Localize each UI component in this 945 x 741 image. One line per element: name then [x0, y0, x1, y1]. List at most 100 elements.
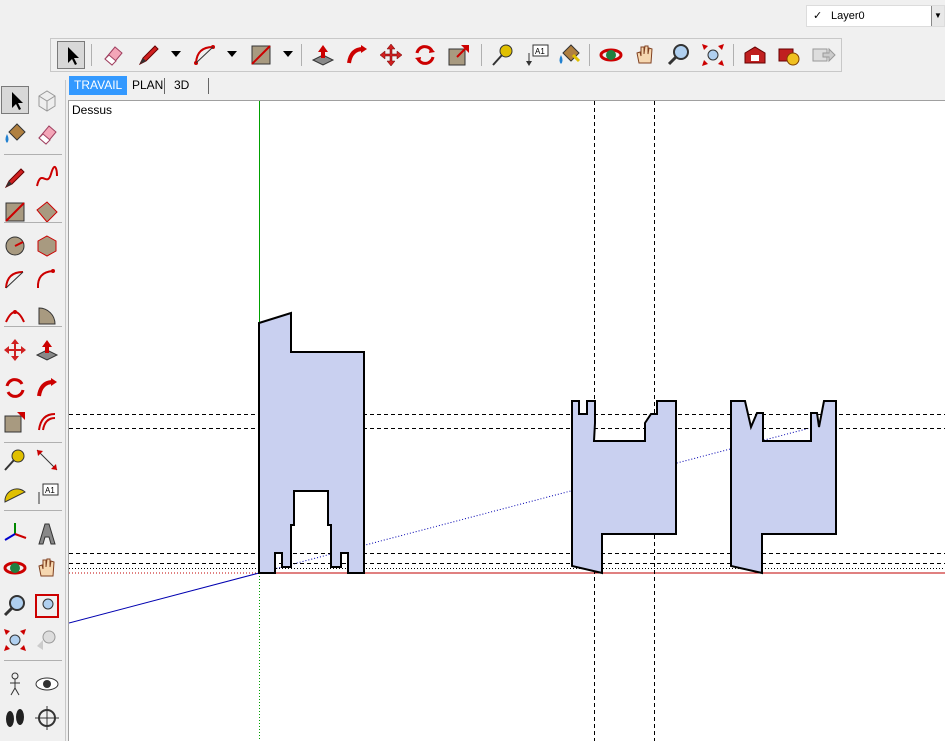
follow-me-tool-button[interactable]: [33, 374, 61, 402]
chevron-down-icon[interactable]: [171, 51, 181, 57]
follow-me-icon: [37, 378, 57, 397]
pencil-tool-button[interactable]: [135, 41, 163, 69]
svg-text:A1: A1: [535, 47, 545, 56]
two-point-arc-icon: [36, 269, 55, 289]
zoom-extents-icon: [4, 629, 26, 651]
previous-view-icon: [37, 630, 56, 650]
protractor-tool-button[interactable]: [1, 480, 29, 508]
orbit-tool-button[interactable]: [1, 554, 29, 582]
arc-tool-button[interactable]: [1, 266, 29, 294]
tab-plan[interactable]: PLAN: [127, 76, 168, 95]
tab-travail[interactable]: TRAVAIL: [69, 76, 128, 95]
rotate-tool-button[interactable]: [1, 374, 29, 402]
face-piece-3[interactable]: [730, 400, 837, 575]
push-pull-tool-button[interactable]: [309, 41, 337, 69]
walk-icon: [6, 709, 24, 727]
zoom-tool-button[interactable]: [665, 41, 693, 69]
main-toolbar: A1: [50, 38, 842, 72]
push-pull-icon: [311, 45, 335, 66]
follow-me-tool-button[interactable]: [343, 41, 371, 69]
warehouse-button[interactable]: [741, 41, 769, 69]
tab-3d[interactable]: 3D: [169, 76, 194, 95]
layer-check-icon: ✓: [813, 10, 823, 22]
chevron-down-icon[interactable]: ▼: [931, 6, 944, 26]
arc-tool-button[interactable]: [191, 41, 219, 69]
look-around-icon: [35, 677, 59, 691]
follow-me-icon: [347, 45, 367, 64]
polygon-icon: [37, 235, 57, 257]
previous-view-tool-button[interactable]: [33, 626, 61, 654]
zoom-extents-tool-button[interactable]: [1, 626, 29, 654]
eraser-tool-button[interactable]: [99, 41, 127, 69]
paint-bucket-icon: [5, 123, 26, 143]
pan-icon: [38, 558, 55, 577]
walk-tool-button[interactable]: [1, 704, 29, 732]
text-icon: A1: [38, 483, 59, 504]
eraser-tool-button[interactable]: [33, 120, 61, 148]
extension-button[interactable]: [775, 41, 803, 69]
rotate-icon: [5, 378, 25, 398]
text-tool-button[interactable]: A1: [523, 41, 551, 69]
section-plane-tool-button[interactable]: [33, 704, 61, 732]
zoom-window-tool-button[interactable]: [33, 592, 61, 620]
move-icon: [4, 339, 26, 361]
offset-tool-button[interactable]: [33, 408, 61, 436]
zoom-tool-button[interactable]: [1, 592, 29, 620]
rectangle-tool-button[interactable]: [247, 41, 275, 69]
move-icon: [379, 43, 403, 67]
rotate-tool-button[interactable]: [411, 41, 439, 69]
select-tool-button[interactable]: [1, 86, 29, 114]
scale-icon: [448, 45, 469, 66]
orbit-icon: [3, 561, 27, 575]
large-tool-set: A1: [0, 80, 66, 741]
tape-measure-tool-button[interactable]: [489, 41, 517, 69]
move-tool-button[interactable]: [377, 41, 405, 69]
freehand-tool-button[interactable]: [33, 164, 61, 192]
scale-tool-button[interactable]: [1, 408, 29, 436]
pan-tool-button[interactable]: [33, 554, 61, 582]
position-camera-tool-button[interactable]: [1, 670, 29, 698]
orbit-tool-button[interactable]: [597, 41, 625, 69]
zoom-extents-tool-button[interactable]: [699, 41, 727, 69]
axes-icon: [4, 523, 27, 541]
select-tool-button[interactable]: [57, 41, 85, 69]
freehand-icon: [36, 165, 58, 187]
share-button[interactable]: [809, 41, 837, 69]
paint-bucket-tool-button[interactable]: [555, 41, 583, 69]
drawing-viewport[interactable]: Dessus: [68, 100, 945, 741]
face-piece-2[interactable]: [571, 400, 677, 575]
chevron-down-icon[interactable]: [227, 51, 237, 57]
circle-tool-button[interactable]: [1, 232, 29, 260]
layer-selector[interactable]: ✓ Layer0 ▼: [806, 5, 945, 27]
eraser-icon: [104, 46, 123, 66]
text-tool-button[interactable]: A1: [33, 480, 61, 508]
layer-name: Layer0: [831, 10, 865, 22]
chevron-down-icon[interactable]: [283, 51, 293, 57]
extension-icon: [778, 48, 800, 66]
tape-measure-tool-button[interactable]: [1, 446, 29, 474]
scene-tabs: TRAVAIL PLAN 3D: [68, 76, 945, 96]
scale-tool-button[interactable]: [445, 41, 473, 69]
polygon-tool-button[interactable]: [33, 232, 61, 260]
look-around-tool-button[interactable]: [33, 670, 61, 698]
two-point-arc-tool-button[interactable]: [33, 266, 61, 294]
3d-text-tool-button[interactable]: [33, 520, 61, 548]
pan-tool-button[interactable]: [631, 41, 659, 69]
paint-bucket-tool-button[interactable]: [1, 120, 29, 148]
svg-text:A1: A1: [45, 486, 55, 495]
axes-tool-button[interactable]: [1, 520, 29, 548]
text-icon: A1: [526, 44, 549, 66]
pencil-icon: [138, 45, 159, 66]
push-pull-icon: [35, 340, 59, 361]
component-tool-button[interactable]: [33, 86, 61, 114]
dimension-tool-button[interactable]: [33, 446, 61, 474]
push-pull-tool-button[interactable]: [33, 336, 61, 364]
select-icon: [68, 47, 79, 65]
toolbar-separator: [4, 222, 62, 223]
face-piece-1[interactable]: [258, 311, 365, 574]
pencil-tool-button[interactable]: [1, 164, 29, 192]
toolbar-separator: [4, 154, 62, 155]
rectangle-icon: [251, 45, 271, 65]
move-tool-button[interactable]: [1, 336, 29, 364]
model-scene[interactable]: [69, 101, 945, 741]
